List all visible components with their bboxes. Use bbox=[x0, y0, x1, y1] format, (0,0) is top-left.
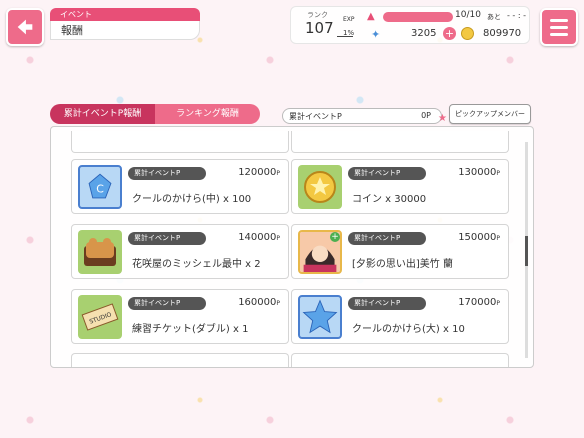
reward-tag: 累計イベントP bbox=[348, 167, 426, 180]
reward-tag: 累計イベントP bbox=[128, 232, 206, 245]
list-item: 累計イベントP 170000P クールのかけら(大) x 10 bbox=[291, 289, 509, 344]
tab-ranking[interactable]: ランキング報酬 bbox=[155, 104, 260, 124]
arrow-left-icon bbox=[17, 19, 33, 35]
reward-tag: 累計イベントP bbox=[348, 297, 426, 310]
coin-count: 809970 bbox=[483, 28, 522, 39]
stamina-bar-fill bbox=[383, 12, 453, 22]
pickup-member-button[interactable]: ピックアップメンバー bbox=[449, 104, 531, 124]
list-item-partial bbox=[291, 131, 509, 153]
tab-cumulative-points[interactable]: 累計イベントP報酬 bbox=[50, 104, 155, 124]
reward-points: 150000P bbox=[458, 232, 500, 243]
list-item-partial bbox=[291, 353, 509, 367]
menu-line-icon bbox=[550, 25, 568, 29]
list-item: C 累計イベントP 120000P クールのかけら(中) x 100 bbox=[71, 159, 289, 214]
star-gem-count: 3205 bbox=[411, 28, 437, 39]
breadcrumb-category: イベント bbox=[50, 8, 200, 21]
back-button[interactable] bbox=[6, 8, 44, 46]
points-value: 0P bbox=[421, 111, 431, 120]
reward-name: コイン x 30000 bbox=[352, 194, 427, 205]
page-title: 報酬 bbox=[50, 21, 200, 40]
coin-icon bbox=[298, 165, 342, 209]
exp-percent: 1% bbox=[343, 29, 355, 37]
reward-tabs: 累計イベントP報酬 ランキング報酬 bbox=[50, 104, 260, 124]
cool-shard-medium-icon: C bbox=[78, 165, 122, 209]
stamina-recover-time: - - : - bbox=[507, 11, 526, 20]
list-item: 累計イベントP 130000P コイン x 30000 bbox=[291, 159, 509, 214]
reward-name: 練習チケット(ダブル) x 1 bbox=[132, 324, 249, 335]
menu-button[interactable] bbox=[540, 8, 578, 46]
list-item-partial bbox=[71, 353, 289, 367]
scrollbar-thumb[interactable] bbox=[525, 236, 528, 266]
exp-label: EXP bbox=[343, 16, 355, 23]
reward-tag: 累計イベントP bbox=[128, 167, 206, 180]
rank-value: 107 bbox=[305, 19, 334, 37]
reward-points: 140000P bbox=[238, 232, 280, 243]
player-status: ランク 107 EXP 1% ▲ 10/10 あと - - : - ✦ 3205… bbox=[290, 6, 530, 44]
cumulative-points-display: 累計イベントP 0P ★ bbox=[282, 108, 447, 124]
list-item: 累計イベントP 140000P 花咲屋のミッシェル最中 x 2 bbox=[71, 224, 289, 279]
stamina-recover-label: あと bbox=[487, 13, 501, 21]
stamina-value: 10/10 bbox=[455, 10, 481, 20]
reward-name: クールのかけら(大) x 10 bbox=[352, 324, 465, 335]
stamina-bar bbox=[383, 12, 453, 22]
reward-list[interactable]: C 累計イベントP 120000P クールのかけら(中) x 100 累計イベン… bbox=[50, 126, 534, 368]
reward-points: 160000P bbox=[238, 297, 280, 308]
menu-line-icon bbox=[550, 32, 568, 36]
reward-name: 花咲屋のミッシェル最中 x 2 bbox=[132, 259, 261, 270]
michelle-monaka-icon bbox=[78, 230, 122, 274]
reward-name: [夕影の思い出]美竹 蘭 bbox=[352, 259, 453, 270]
coin-icon bbox=[461, 27, 474, 40]
plus-badge-icon: + bbox=[330, 232, 340, 242]
reward-points: 130000P bbox=[458, 167, 500, 178]
reward-tag: 累計イベントP bbox=[128, 297, 206, 310]
reward-tag: 累計イベントP bbox=[348, 232, 426, 245]
reward-points: 120000P bbox=[238, 167, 280, 178]
add-stars-button[interactable]: + bbox=[443, 27, 456, 40]
studio-ticket-icon: STUDIO bbox=[78, 295, 122, 339]
points-label: 累計イベントP bbox=[289, 112, 342, 121]
svg-text:C: C bbox=[96, 182, 104, 195]
cool-shard-large-icon bbox=[298, 295, 342, 339]
flame-icon: ▲ bbox=[367, 11, 375, 22]
star-gem-icon: ✦ bbox=[371, 28, 381, 41]
list-item: STUDIO 累計イベントP 160000P 練習チケット(ダブル) x 1 bbox=[71, 289, 289, 344]
star-icon: ★ bbox=[438, 113, 447, 124]
reward-name: クールのかけら(中) x 100 bbox=[132, 194, 252, 205]
menu-line-icon bbox=[550, 18, 568, 22]
list-item: + 累計イベントP 150000P [夕影の思い出]美竹 蘭 bbox=[291, 224, 509, 279]
list-item-partial bbox=[71, 131, 289, 153]
ran-card-icon: + bbox=[298, 230, 342, 274]
breadcrumb: イベント 報酬 bbox=[50, 8, 200, 40]
list-scrollbar[interactable] bbox=[525, 142, 528, 358]
reward-points: 170000P bbox=[458, 297, 500, 308]
